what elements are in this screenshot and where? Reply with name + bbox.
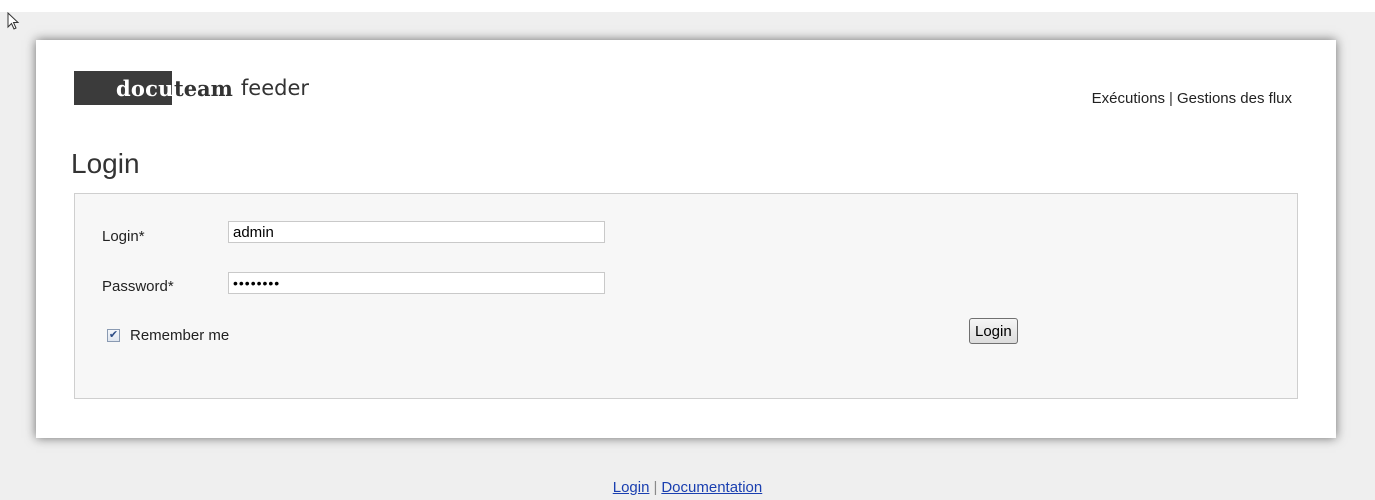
checkmark-icon: ✔	[108, 329, 119, 341]
page-title: Login	[71, 148, 140, 179]
remember-me-label[interactable]: Remember me	[130, 327, 229, 344]
top-strip	[0, 0, 1375, 12]
nav-separator: |	[1169, 90, 1173, 107]
nav-link-flows[interactable]: Gestions des flux	[1177, 90, 1292, 107]
logo-feeder: feeder	[240, 76, 310, 100]
password-field-label: Password*	[102, 278, 174, 295]
logo-docu: docu	[74, 71, 173, 105]
password-input[interactable]	[228, 272, 605, 294]
app-logo[interactable]: docu team feeder	[74, 71, 309, 105]
footer-separator: |	[653, 479, 658, 496]
login-input[interactable]	[228, 221, 605, 243]
nav-link-executions[interactable]: Exécutions	[1092, 90, 1165, 107]
logo-team: team	[174, 75, 233, 101]
remember-me-checkbox[interactable]: ✔	[107, 329, 120, 342]
footer-link-login[interactable]: Login	[613, 479, 650, 496]
footer-link-documentation[interactable]: Documentation	[661, 479, 762, 496]
login-field-label: Login*	[102, 228, 145, 245]
login-form: Login* Password* ✔ Remember me Login	[74, 193, 1298, 399]
pointer-cursor-icon	[7, 12, 20, 30]
login-button[interactable]: Login	[969, 318, 1018, 344]
footer: Login | Documentation	[0, 479, 1375, 496]
top-navigation: Exécutions | Gestions des flux	[1092, 90, 1292, 107]
login-panel: docu team feeder Exécutions | Gestions des…	[36, 40, 1336, 438]
